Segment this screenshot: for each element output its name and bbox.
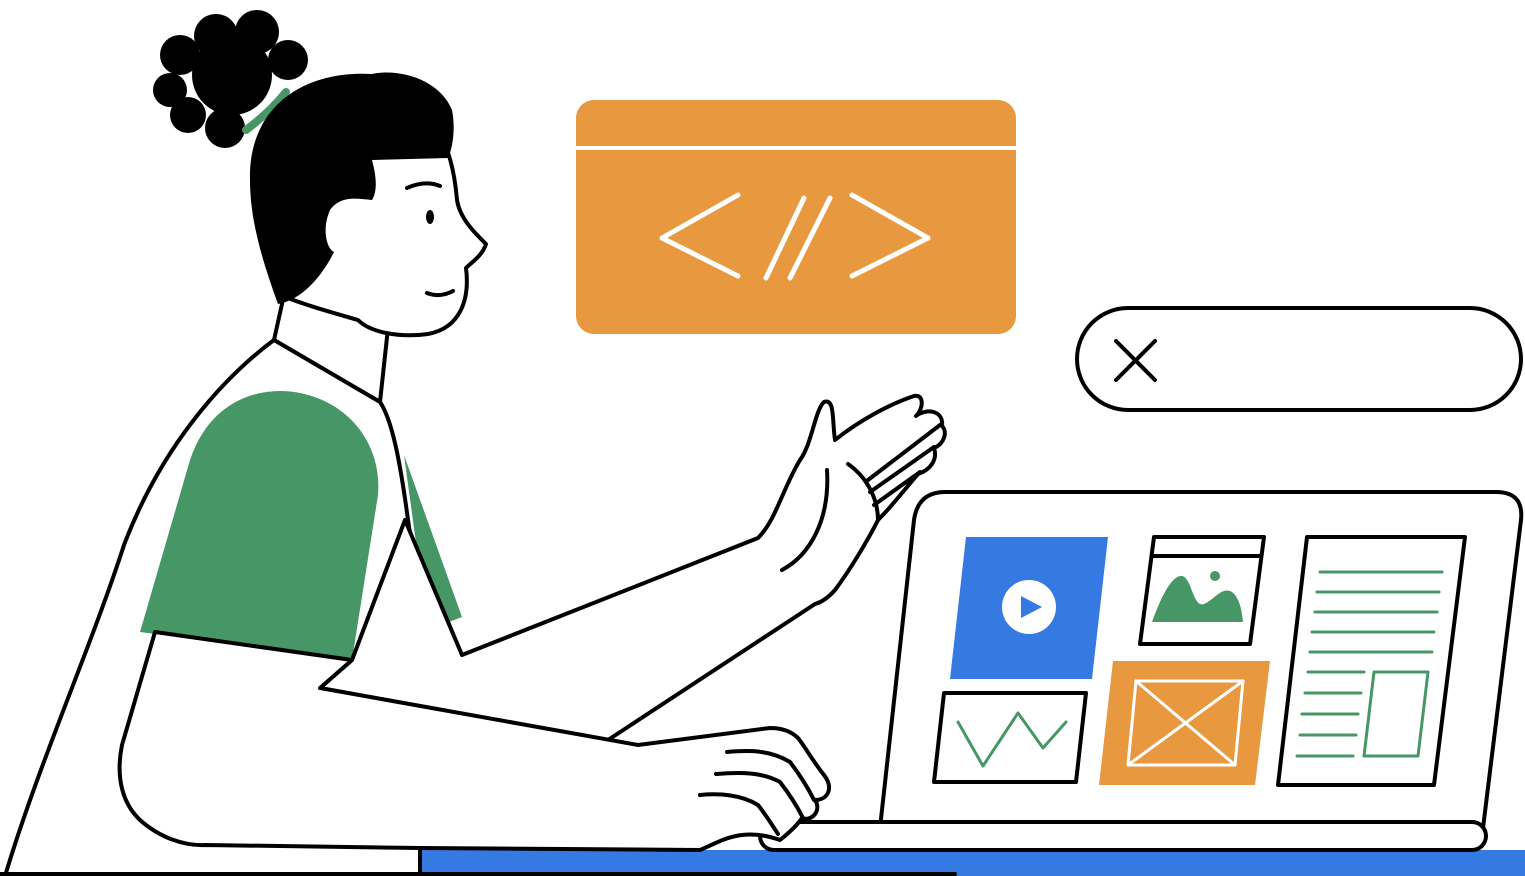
video-tile — [950, 537, 1108, 679]
illustration-canvas — [0, 10, 1525, 876]
code-window-card — [574, 100, 1018, 334]
document-tile — [1276, 535, 1467, 787]
laptop — [758, 490, 1524, 852]
image-placeholder-tile — [1099, 661, 1270, 785]
image-tile — [1138, 535, 1266, 646]
illustration-scene — [0, 0, 1525, 876]
chart-tile — [932, 691, 1088, 784]
search-bar — [1075, 306, 1523, 412]
play-video-icon — [1002, 580, 1056, 634]
eye — [426, 210, 434, 224]
shirt-sleeve — [140, 391, 379, 660]
raised-arm — [318, 393, 947, 742]
